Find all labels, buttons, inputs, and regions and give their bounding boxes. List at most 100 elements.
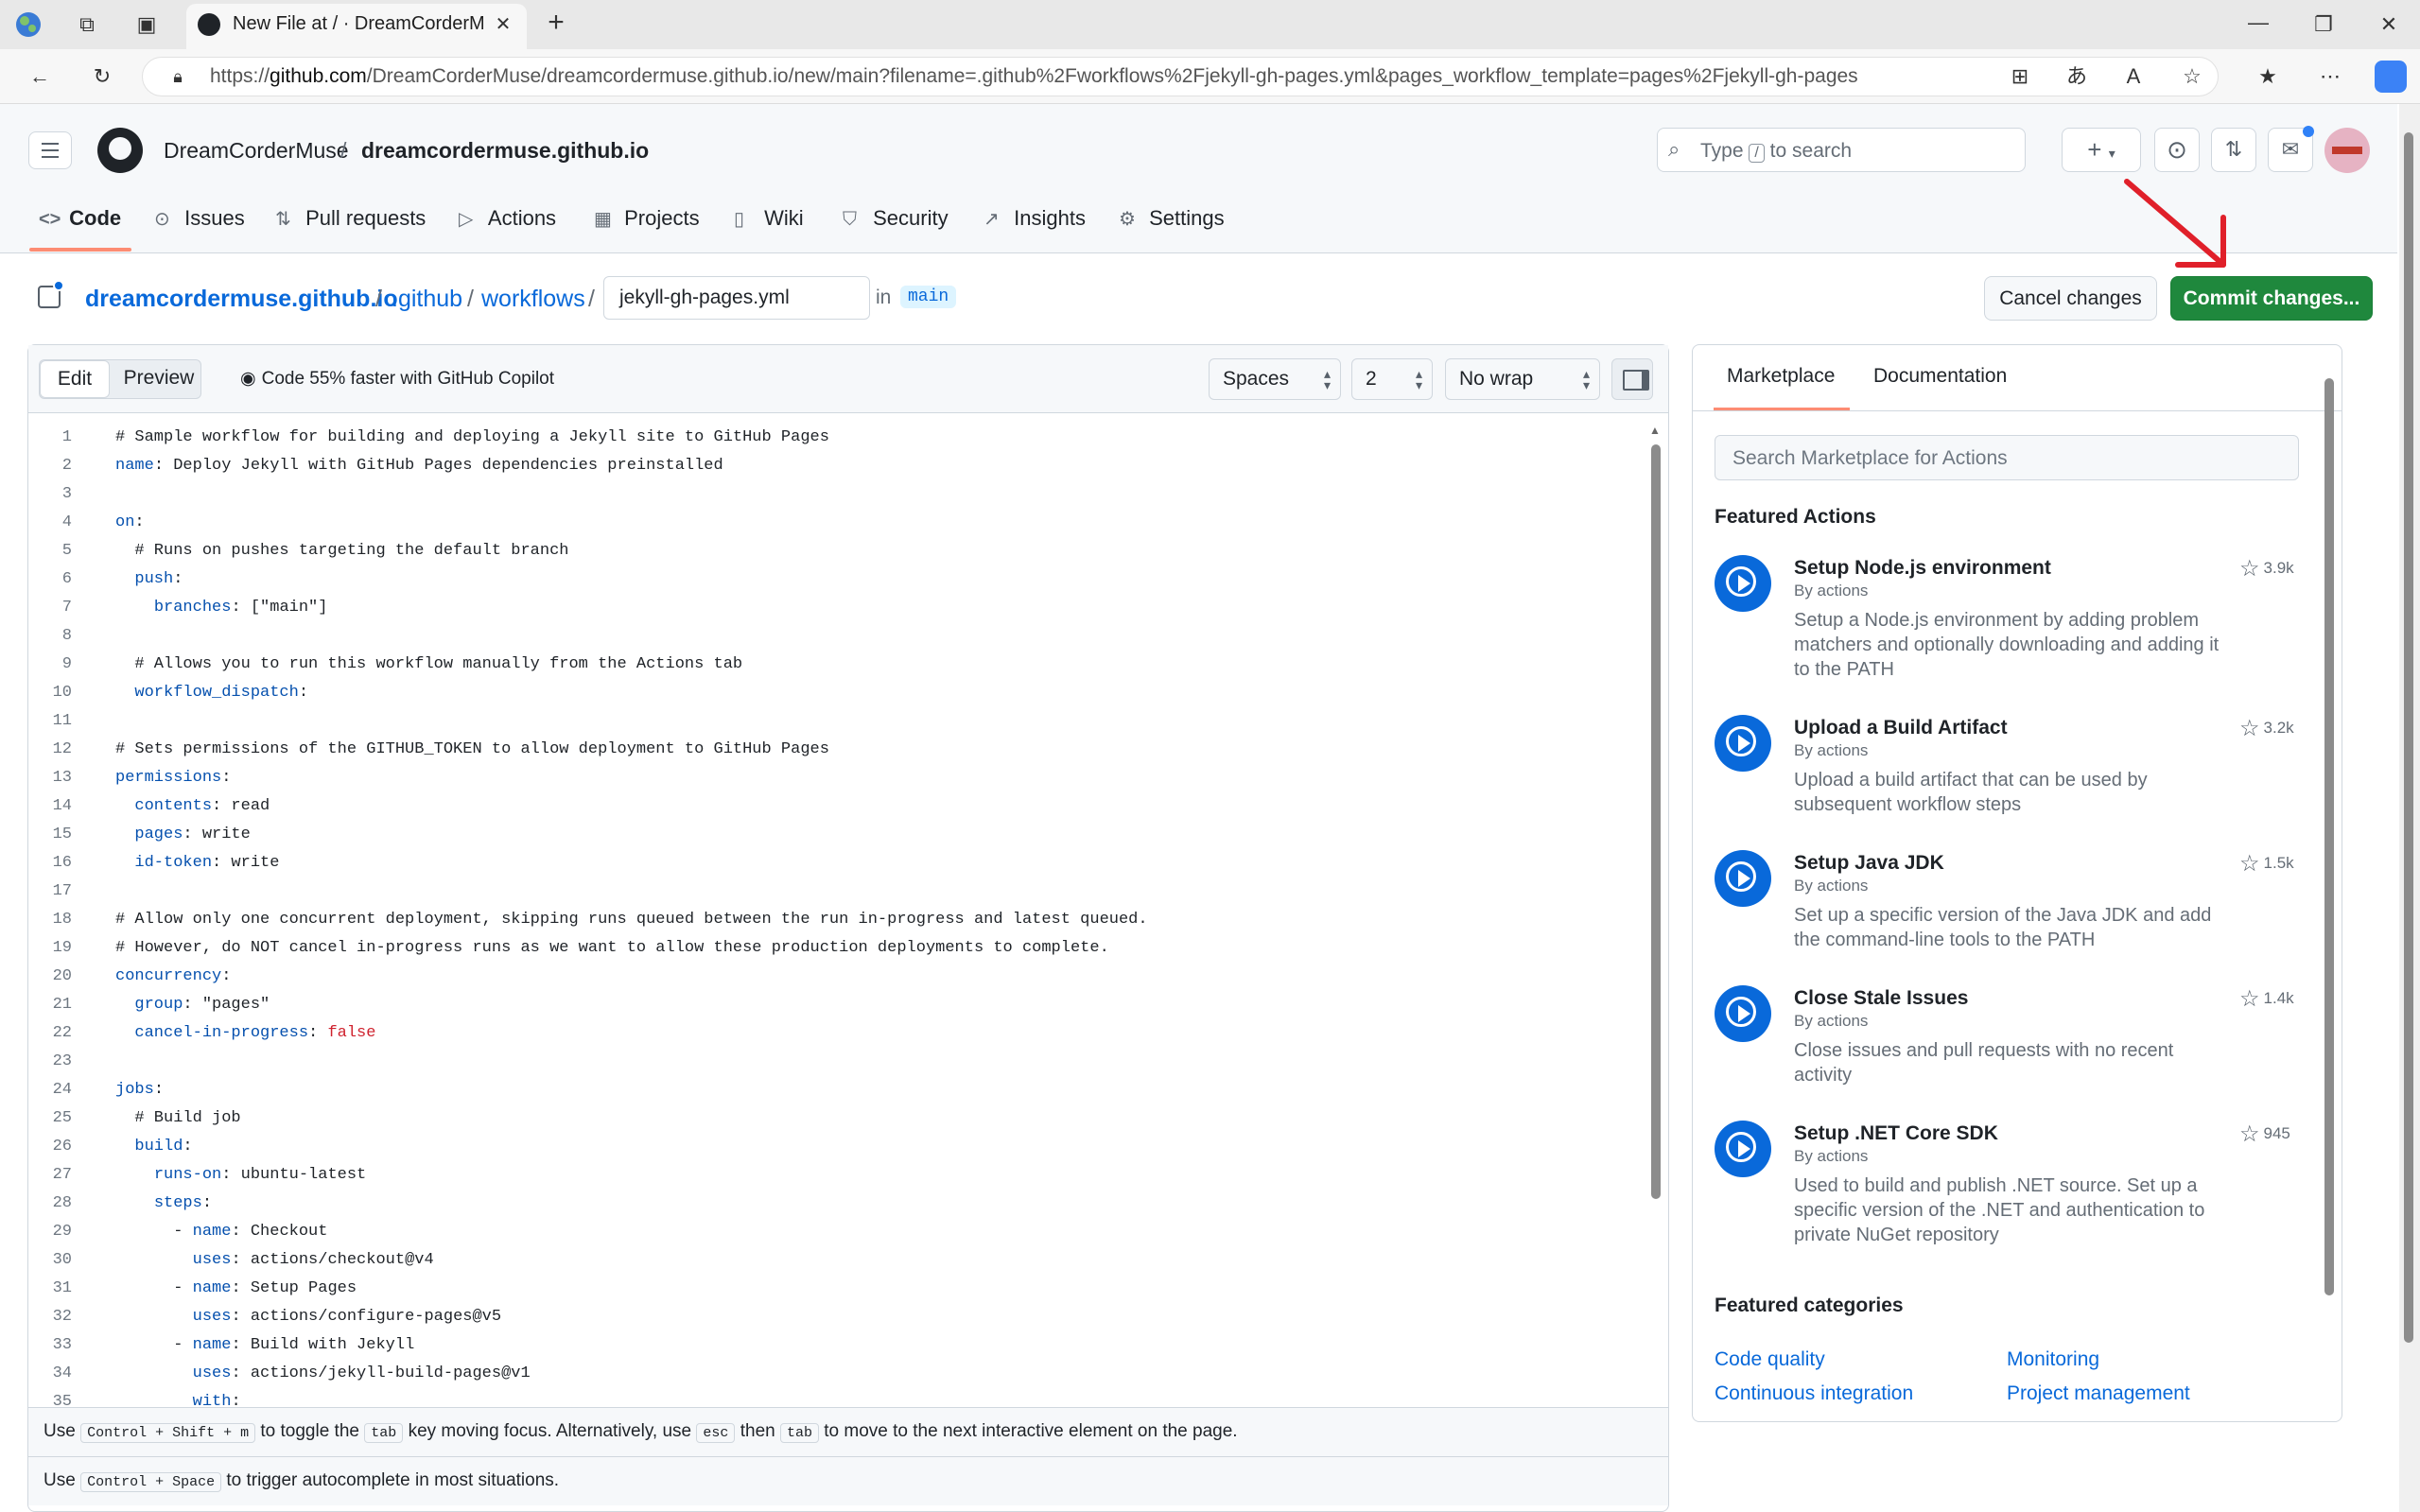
category-link[interactable]: Continuous integration bbox=[1715, 1382, 1913, 1405]
workspaces-icon[interactable]: ⧉ bbox=[72, 10, 102, 39]
tab-projects[interactable]: ▦ Projects bbox=[594, 206, 700, 231]
owner-link[interactable]: DreamCorderMuse bbox=[164, 138, 349, 164]
action-play-icon[interactable] bbox=[1715, 1121, 1771, 1177]
code-line[interactable]: 34 uses: actions/jekyll-build-pages@v1 bbox=[28, 1360, 1645, 1388]
action-title[interactable]: Setup Node.js environment bbox=[1794, 557, 2051, 580]
code-line[interactable]: 6 push: bbox=[28, 565, 1645, 594]
window-minimize-icon[interactable]: — bbox=[2243, 9, 2273, 37]
code-line[interactable]: 9 # Allows you to run this workflow manu… bbox=[28, 651, 1645, 679]
commit-changes-button[interactable]: Commit changes... bbox=[2170, 276, 2373, 321]
favorites-icon[interactable]: ★ bbox=[2253, 62, 2283, 91]
code-line[interactable]: 11 bbox=[28, 707, 1645, 736]
code-line[interactable]: 13 permissions: bbox=[28, 764, 1645, 792]
code-line[interactable]: 21 group: "pages" bbox=[28, 991, 1645, 1019]
favorite-star-icon[interactable]: ☆ bbox=[2177, 62, 2207, 91]
category-link[interactable]: Project management bbox=[2007, 1382, 2190, 1405]
code-editor[interactable]: 1 # Sample workflow for building and depl… bbox=[28, 424, 1645, 1407]
action-title[interactable]: Setup .NET Core SDK bbox=[1794, 1122, 1998, 1145]
marketplace-search-input[interactable]: Search Marketplace for Actions bbox=[1715, 435, 2299, 480]
code-line[interactable]: 29 - name: Checkout bbox=[28, 1218, 1645, 1246]
reload-icon[interactable]: ↻ bbox=[87, 62, 117, 91]
tab-documentation[interactable]: Documentation bbox=[1873, 365, 2007, 388]
tab-code[interactable]: <> Code bbox=[39, 206, 121, 231]
code-line[interactable]: 25 # Build job bbox=[28, 1104, 1645, 1133]
avatar[interactable] bbox=[2324, 128, 2370, 173]
filename-input[interactable]: jekyll-gh-pages.yml bbox=[603, 276, 870, 320]
tab-marketplace[interactable]: Marketplace bbox=[1727, 365, 1835, 388]
code-line[interactable]: 17 bbox=[28, 878, 1645, 906]
action-play-icon[interactable] bbox=[1715, 850, 1771, 907]
vertical-tabs-icon[interactable]: ▣ bbox=[131, 10, 162, 39]
tab-settings[interactable]: ⚙ Settings bbox=[1119, 206, 1225, 231]
copilot-promo[interactable]: ◉ Code 55% faster with GitHub Copilot bbox=[240, 368, 554, 390]
scroll-up-icon[interactable]: ▲ bbox=[1649, 424, 1661, 437]
action-title[interactable]: Close Stale Issues bbox=[1794, 987, 1968, 1010]
pull-requests-icon[interactable]: ⇅ bbox=[2211, 128, 2256, 172]
marketplace-scrollbar[interactable] bbox=[2324, 378, 2334, 1295]
tab-issues[interactable]: ⊙ Issues bbox=[154, 206, 245, 231]
tab-preview[interactable]: Preview bbox=[117, 360, 200, 398]
action-title[interactable]: Setup Java JDK bbox=[1794, 852, 1944, 875]
side-panel-toggle-icon[interactable] bbox=[1611, 358, 1653, 400]
code-line[interactable]: 18 # Allow only one concurrent deployment… bbox=[28, 906, 1645, 934]
action-play-icon[interactable] bbox=[1715, 555, 1771, 612]
hamburger-menu-button[interactable] bbox=[28, 131, 72, 169]
code-line[interactable]: 15 pages: write bbox=[28, 821, 1645, 849]
code-line[interactable]: 19 # However, do NOT cancel in-progress r… bbox=[28, 934, 1645, 963]
indent-mode-select[interactable]: Spaces ▴ ▾ bbox=[1209, 358, 1341, 400]
category-link[interactable]: Monitoring bbox=[2007, 1348, 2099, 1371]
translate-icon[interactable]: あ bbox=[2062, 62, 2092, 91]
action-play-icon[interactable] bbox=[1715, 985, 1771, 1042]
action-play-icon[interactable] bbox=[1715, 715, 1771, 772]
action-title[interactable]: Upload a Build Artifact bbox=[1794, 717, 2008, 739]
tab-security[interactable]: ⛉ Security bbox=[843, 206, 949, 231]
breadcrumb-repo[interactable]: dreamcordermuse.github.io bbox=[85, 286, 398, 313]
tab-actions[interactable]: ▷ Actions bbox=[459, 206, 556, 231]
tab-close-icon[interactable]: ✕ bbox=[488, 10, 518, 39]
window-restore-icon[interactable]: ❐ bbox=[2308, 10, 2339, 39]
browser-profile-icon[interactable] bbox=[13, 10, 44, 39]
github-logo-icon[interactable] bbox=[97, 128, 143, 173]
code-line[interactable]: 2 name: Deploy Jekyll with GitHub Pages d… bbox=[28, 452, 1645, 480]
url-text[interactable]: https://github.com/DreamCorderMuse/dream… bbox=[210, 65, 1858, 88]
create-new-button[interactable]: + ▾ bbox=[2062, 128, 2141, 172]
category-link[interactable]: Code quality bbox=[1715, 1348, 1825, 1371]
read-aloud-icon[interactable]: A bbox=[2118, 62, 2149, 91]
tab-edit[interactable]: Edit bbox=[40, 360, 110, 398]
code-line[interactable]: 5 # Runs on pushes targeting the default… bbox=[28, 537, 1645, 565]
code-line[interactable]: 32 uses: actions/configure-pages@v5 bbox=[28, 1303, 1645, 1331]
code-line[interactable]: 22 cancel-in-progress: false bbox=[28, 1019, 1645, 1048]
code-line[interactable]: 33 - name: Build with Jekyll bbox=[28, 1331, 1645, 1360]
tab-pull-requests[interactable]: ⇅ Pull requests bbox=[275, 206, 426, 231]
lock-icon[interactable]: 🔒︎ bbox=[163, 62, 193, 91]
cancel-changes-button[interactable]: Cancel changes bbox=[1984, 276, 2157, 321]
breadcrumb-workflows-dir[interactable]: workflows bbox=[481, 286, 585, 313]
breadcrumb-github-dir[interactable]: .github bbox=[392, 286, 462, 313]
more-menu-icon[interactable]: ⋯ bbox=[2315, 62, 2345, 91]
code-line[interactable]: 30 uses: actions/checkout@v4 bbox=[28, 1246, 1645, 1275]
code-line[interactable]: 12 # Sets permissions of the GITHUB_TOKEN… bbox=[28, 736, 1645, 764]
back-arrow-icon[interactable]: ← bbox=[25, 62, 55, 91]
code-line[interactable]: 16 id-token: write bbox=[28, 849, 1645, 878]
code-line[interactable]: 10 workflow_dispatch: bbox=[28, 679, 1645, 707]
code-line[interactable]: 8 bbox=[28, 622, 1645, 651]
copilot-sidebar-icon[interactable] bbox=[2375, 61, 2407, 93]
app-available-icon[interactable]: ⊞ bbox=[2005, 62, 2035, 91]
code-line[interactable]: 7 branches: ["main"] bbox=[28, 594, 1645, 622]
code-line[interactable]: 26 build: bbox=[28, 1133, 1645, 1161]
tab-insights[interactable]: ↗ Insights bbox=[984, 206, 1086, 231]
issues-icon[interactable]: ⊙ bbox=[2154, 128, 2200, 172]
code-line[interactable]: 27 runs-on: ubuntu-latest bbox=[28, 1161, 1645, 1190]
code-line[interactable]: 35 with: bbox=[28, 1388, 1645, 1407]
code-line[interactable]: 1 # Sample workflow for building and depl… bbox=[28, 424, 1645, 452]
code-line[interactable]: 24 jobs: bbox=[28, 1076, 1645, 1104]
code-line[interactable]: 31 - name: Setup Pages bbox=[28, 1275, 1645, 1303]
code-line[interactable]: 14 contents: read bbox=[28, 792, 1645, 821]
repo-link[interactable]: dreamcordermuse.github.io bbox=[361, 138, 649, 164]
indent-size-select[interactable]: 2 ▴ ▾ bbox=[1351, 358, 1433, 400]
code-line[interactable]: 20 concurrency: bbox=[28, 963, 1645, 991]
page-scrollbar[interactable] bbox=[2404, 132, 2413, 1343]
tab-wiki[interactable]: ▯ Wiki bbox=[734, 206, 804, 231]
window-close-icon[interactable]: ✕ bbox=[2374, 10, 2404, 39]
editor-scrollbar[interactable] bbox=[1651, 444, 1661, 1199]
